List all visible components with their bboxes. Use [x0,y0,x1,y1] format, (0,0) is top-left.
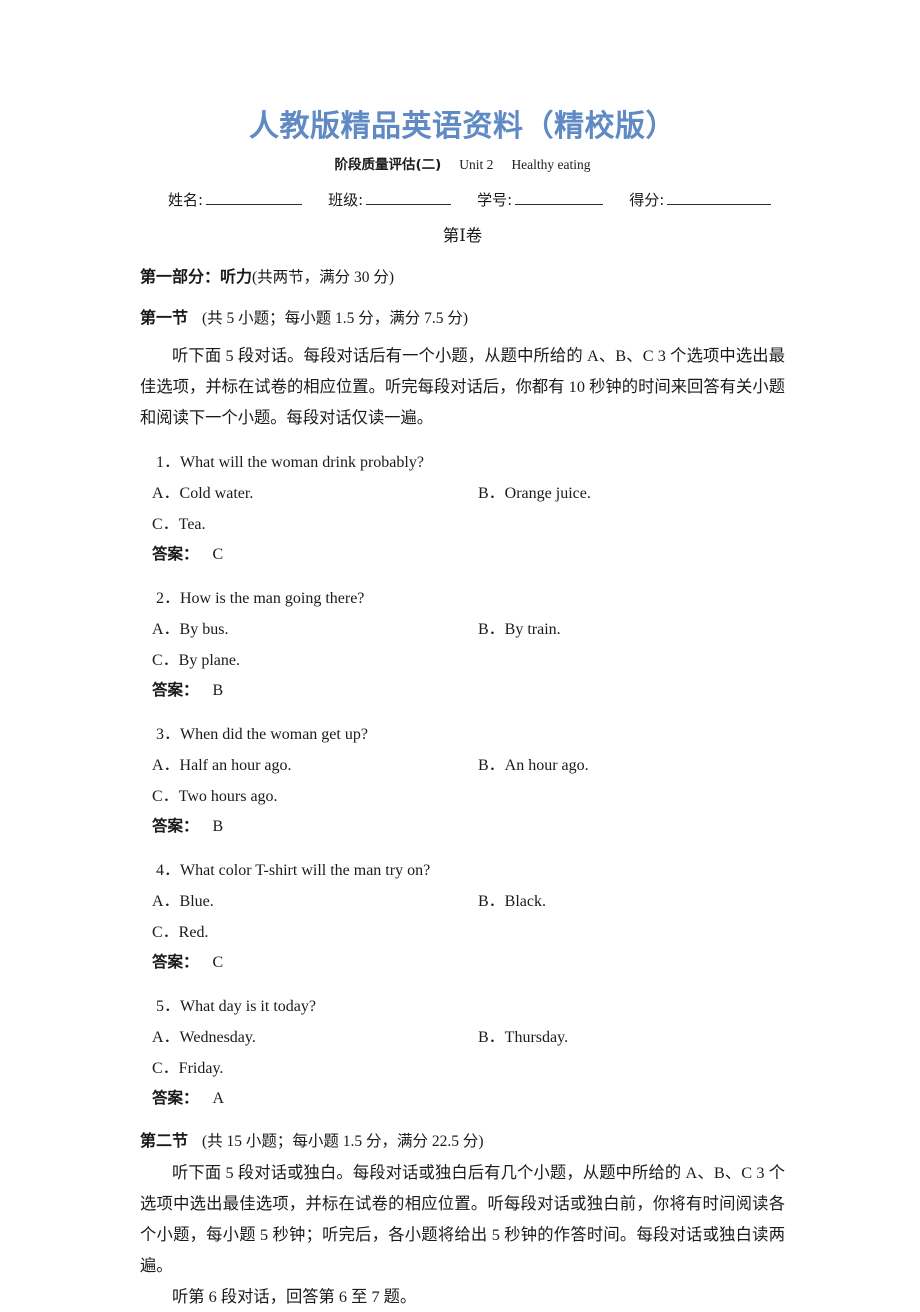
question-options: A．Blue. B．Black. [140,886,785,917]
option-a[interactable]: A．By bus. [152,614,478,645]
option-b[interactable]: B．By train. [478,614,561,645]
answer-label: 答案： [152,953,199,971]
answer-value: B [212,682,224,699]
part-one-heading-bold: 第一部分：听力 [140,267,253,286]
answer-label: 答案： [152,545,199,563]
score-label: 得分: [629,191,665,209]
answer-label: 答案： [152,681,199,699]
subtitle-unit: Unit 2 [459,157,494,172]
class-field[interactable]: 班级: [328,189,452,210]
option-a[interactable]: A．Cold water. [152,478,478,509]
question-options: A．By bus. B．By train. [140,614,785,645]
option-b[interactable]: B．An hour ago. [478,750,589,781]
answer-label: 答案： [152,1089,199,1107]
question-1: 1．What will the woman drink probably? A．… [140,447,785,569]
question-options-c: C．Red. [140,917,785,948]
section-two-heading-normal: (共 15 小题；每小题 1.5 分，满分 22.5 分) [202,1133,484,1150]
section-one-instructions: 听下面 5 段对话。每段对话后有一个小题，从题中所给的 A、B、C 3 个选项中… [140,346,785,427]
answer-row: 答案： C [140,540,785,569]
option-c[interactable]: C．By plane. [152,645,785,676]
score-field[interactable]: 得分: [629,189,772,210]
answer-row: 答案： C [140,948,785,977]
answer-value: C [212,546,224,563]
option-c[interactable]: C．Friday. [152,1053,785,1084]
answer-row: 答案： A [140,1084,785,1113]
answer-row: 答案： B [140,676,785,705]
question-stem: 4．What color T-shirt will the man try on… [156,862,431,879]
section-two-instructions: 听下面 5 段对话或独白。每段对话或独白后有几个小题，从题中所给的 A、B、C … [140,1163,785,1275]
student-id-blank[interactable] [515,189,604,205]
section-two-heading-bold: 第二节 [140,1131,189,1150]
identity-row: 姓名: 班级: 学号: 得分: [140,189,785,210]
question-stem: 5．What day is it today? [156,998,316,1015]
option-b[interactable]: B．Thursday. [478,1022,568,1053]
paper-heading: 第Ⅰ卷 [442,226,483,245]
question-options: A．Half an hour ago. B．An hour ago. [140,750,785,781]
section-two-cue: 听第 6 段对话，回答第 6 至 7 题。 [172,1287,417,1306]
question-stem: 3．When did the woman get up? [156,726,368,743]
question-2: 2．How is the man going there? A．By bus. B… [140,583,785,705]
name-label: 姓名: [168,191,204,209]
option-b[interactable]: B．Orange juice. [478,478,591,509]
option-c[interactable]: C．Red. [152,917,785,948]
question-3: 3．When did the woman get up? A．Half an h… [140,719,785,841]
exam-page: 人教版精品英语资料（精校版） 阶段质量评估(二) Unit 2 Healthy ea… [0,0,920,1307]
class-blank[interactable] [366,189,452,205]
subtitle-assessment: 阶段质量评估(二) [334,157,442,173]
question-options-c: C．Two hours ago. [140,781,785,812]
question-options: A．Cold water. B．Orange juice. [140,478,785,509]
option-a[interactable]: A．Blue. [152,886,478,917]
option-c[interactable]: C．Tea. [152,509,785,540]
name-field[interactable]: 姓名: [168,189,303,210]
question-options: A．Wednesday. B．Thursday. [140,1022,785,1053]
answer-value: B [212,818,224,835]
option-a[interactable]: A．Wednesday. [152,1022,478,1053]
answer-label: 答案： [152,817,199,835]
subtitle-topic: Healthy eating [511,157,591,172]
section-one-heading-bold: 第一节 [140,308,189,327]
answer-row: 答案： B [140,812,785,841]
section-two-heading: 第二节 (共 15 小题；每小题 1.5 分，满分 22.5 分) [140,1127,785,1151]
question-5: 5．What day is it today? A．Wednesday. B．Th… [140,991,785,1113]
question-4: 4．What color T-shirt will the man try on… [140,855,785,977]
exam-subtitle: 阶段质量评估(二) Unit 2 Healthy eating [140,153,785,173]
option-b[interactable]: B．Black. [478,886,546,917]
section-one-heading: 第一节 (共 5 小题；每小题 1.5 分，满分 7.5 分) [140,304,785,328]
option-c[interactable]: C．Two hours ago. [152,781,785,812]
answer-value: C [212,954,224,971]
score-blank[interactable] [667,189,772,205]
question-options-c: C．By plane. [140,645,785,676]
page-content: 人教版精品英语资料（精校版） 阶段质量评估(二) Unit 2 Healthy ea… [140,0,785,1312]
answer-value: A [212,1090,225,1107]
question-stem: 1．What will the woman drink probably? [156,454,424,471]
student-id-label: 学号: [477,191,513,209]
student-id-field[interactable]: 学号: [477,189,604,210]
class-label: 班级: [328,191,364,209]
option-a[interactable]: A．Half an hour ago. [152,750,478,781]
question-stem: 2．How is the man going there? [156,590,365,607]
part-one-heading-normal: (共两节，满分 30 分) [252,269,395,286]
question-options-c: C．Friday. [140,1053,785,1084]
name-blank[interactable] [206,189,303,205]
page-masthead-title: 人教版精品英语资料（精校版） [249,109,676,144]
part-one-heading: 第一部分：听力(共两节，满分 30 分) [140,263,785,287]
section-one-heading-normal: (共 5 小题；每小题 1.5 分，满分 7.5 分) [202,310,469,327]
question-options-c: C．Tea. [140,509,785,540]
